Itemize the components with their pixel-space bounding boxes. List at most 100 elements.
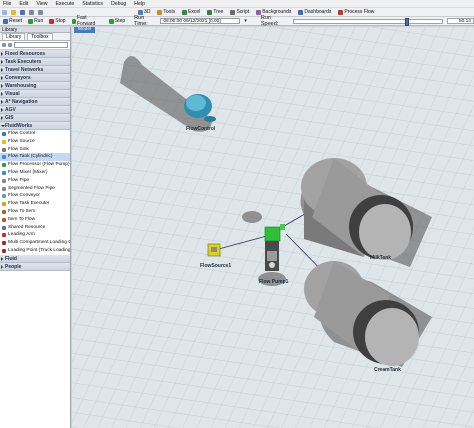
library-item[interactable]: Shared Resource <box>0 224 70 232</box>
reset-label: Reset <box>9 18 23 24</box>
library-item-icon <box>2 194 6 199</box>
grid-view-icon[interactable] <box>2 43 6 47</box>
tab-library[interactable]: Library <box>2 33 26 40</box>
library-item-label: Item To Flow <box>8 216 36 222</box>
library-item-icon <box>2 225 6 230</box>
redo-icon[interactable] <box>38 9 43 15</box>
backgrounds-icon <box>256 9 262 15</box>
tools-icon <box>157 9 163 15</box>
library-section-fluid[interactable]: Fluid <box>0 254 70 263</box>
library-item[interactable]: Flow Task Executer <box>0 200 70 208</box>
toolbar-tools-button[interactable]: Tools <box>156 9 176 15</box>
library-item[interactable]: Segmented Flow Pipe <box>0 185 70 193</box>
model-3d-view[interactable]: FlowControl MilkTank CreamTank FlowSourc… <box>72 27 474 428</box>
toolbar-process-flow-button[interactable]: Process Flow <box>337 9 375 15</box>
run-time-dropdown-icon[interactable]: ▾ <box>244 18 247 24</box>
library-search <box>0 41 70 50</box>
library-item-label: Flow Mixer (Mixer) <box>8 169 48 175</box>
open-icon[interactable] <box>11 9 16 15</box>
library-section-fluidworks[interactable]: FluidWorks <box>0 122 70 130</box>
library-item[interactable]: Flow To Item <box>0 208 70 216</box>
library-item-icon <box>2 139 6 144</box>
library-item[interactable]: Leading Arm <box>0 231 70 239</box>
library-item-label: Flow Tank (Cylindric) <box>8 154 53 160</box>
library-section-conveyors[interactable]: Conveyors <box>0 74 70 82</box>
library-tabs: Library Toolbox <box>0 33 70 41</box>
library-section-visual[interactable]: Visual <box>0 90 70 98</box>
model-canvas[interactable]: FlowControl MilkTank CreamTank FlowSourc… <box>72 27 474 428</box>
menu-execute[interactable]: Execute <box>55 1 74 7</box>
library-item[interactable]: Flow Mixer (Mixer) <box>0 169 70 177</box>
toolbar-label: Script <box>236 9 250 15</box>
library-item-icon <box>2 248 6 253</box>
menu-bar: File Edit View Execute Statistics Debug Help <box>0 0 474 8</box>
toolbar-dashboards-button[interactable]: Dashboards <box>297 9 332 15</box>
library-item[interactable]: Flow Processor (Flow Pump) <box>0 161 70 169</box>
library-item[interactable]: Flow Control <box>0 130 70 138</box>
library-item-label: Flow Control <box>8 131 35 136</box>
dashboards-icon <box>298 9 304 15</box>
tab-toolbox[interactable]: Toolbox <box>27 33 53 40</box>
list-view-icon[interactable] <box>8 43 12 47</box>
library-section-warehousing[interactable]: Warehousing <box>0 82 70 90</box>
fast-forward-button[interactable]: Fast Forward <box>71 15 104 27</box>
run-button[interactable]: Run <box>27 18 44 24</box>
fluidworks-items: Flow Control Flow Source Flow Sink Flow Tan… <box>0 130 70 255</box>
milk-tank-label: MilkTank <box>370 255 391 261</box>
flow-control-label: FlowControl <box>186 126 216 132</box>
step-button[interactable]: Step <box>108 18 126 24</box>
tab-model[interactable]: Model <box>74 27 96 33</box>
toolbar-label: Tools <box>163 9 176 15</box>
toolbar-script-button[interactable]: Script <box>229 9 250 15</box>
library-item-icon <box>2 186 6 191</box>
tree-icon <box>207 9 213 15</box>
toolbar-excel-button[interactable]: Excel <box>181 9 201 15</box>
menu-view[interactable]: View <box>36 1 47 7</box>
library-panel: Library Library Toolbox Fixed Resources T… <box>0 27 71 428</box>
toolbar-label: Dashboards <box>304 9 332 15</box>
menu-debug[interactable]: Debug <box>111 1 126 7</box>
library-item[interactable]: Flow Source <box>0 138 70 146</box>
reset-button[interactable]: Reset <box>2 18 23 24</box>
run-time-label: Run Time: <box>134 15 148 27</box>
library-item[interactable]: Flow Conveyor <box>0 192 70 200</box>
stop-label: Stop <box>55 18 66 24</box>
library-item[interactable]: Item To Flow <box>0 216 70 224</box>
undo-icon[interactable] <box>29 9 34 15</box>
menu-edit[interactable]: Edit <box>19 1 28 7</box>
library-item-icon <box>2 132 6 136</box>
run-speed-slider-thumb[interactable] <box>405 17 410 26</box>
toolbar-tree-button[interactable]: Tree <box>206 9 224 15</box>
library-item[interactable]: Flow Pipe <box>0 177 70 185</box>
toolbar-label: Process Flow <box>344 9 375 15</box>
toolbar-label: Excel <box>188 9 201 15</box>
library-item[interactable]: Flow Sink <box>0 146 70 154</box>
library-item[interactable]: Flow Tank (Cylindric) <box>0 153 70 162</box>
run-speed-slider[interactable] <box>292 17 443 26</box>
library-section-a-navigation[interactable]: A* Navigation <box>0 98 70 106</box>
menu-help[interactable]: Help <box>134 1 145 7</box>
run-time-field[interactable]: 08:00:00 09/12/2021 [0.00] <box>160 18 241 24</box>
library-item-label: Flow To Item <box>8 208 36 214</box>
library-section-fixed-resources[interactable]: Fixed Resources <box>0 50 70 58</box>
library-section-travel-networks[interactable]: Travel Networks <box>0 66 70 74</box>
library-item-label: Flow Pipe <box>8 177 30 183</box>
library-item[interactable]: Multi Compartment Loading Control <box>0 239 70 247</box>
menu-statistics[interactable]: Statistics <box>82 1 103 7</box>
step-icon <box>108 18 114 24</box>
menu-file[interactable]: File <box>3 1 11 7</box>
library-section-gis[interactable]: GIS <box>0 114 70 122</box>
library-item-label: Flow Conveyor <box>8 193 40 199</box>
stop-button[interactable]: Stop <box>48 18 66 24</box>
library-section-agv[interactable]: AGV <box>0 106 70 114</box>
library-item[interactable]: Loading Point (Truck Loading) <box>0 247 70 255</box>
library-item-icon <box>2 209 6 214</box>
run-bar: Reset Run Stop Fast Forward Step Run Tim… <box>0 15 474 27</box>
library-section-task-executers[interactable]: Task Executers <box>0 58 70 66</box>
library-search-input[interactable] <box>14 42 68 48</box>
process-flow-icon <box>338 9 344 15</box>
new-icon[interactable] <box>2 9 7 15</box>
run-speed-value[interactable]: 50.14 <box>447 18 474 24</box>
save-icon[interactable] <box>20 9 25 15</box>
library-section-people[interactable]: People <box>0 262 70 271</box>
